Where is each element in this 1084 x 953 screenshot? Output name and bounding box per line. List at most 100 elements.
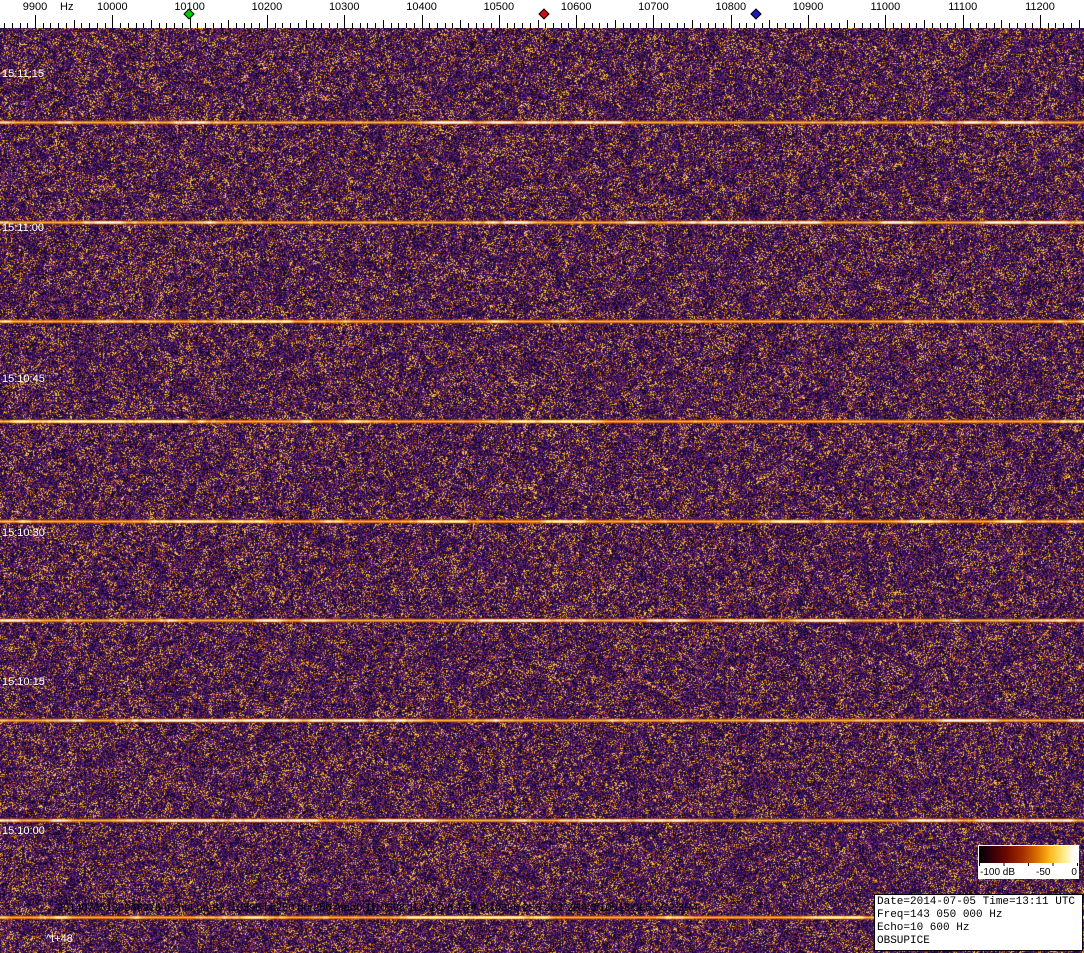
ruler-tick (893, 23, 894, 28)
frequency-ruler[interactable]: 9900 10000 10100 10200 10300 10400 10500 10600 1… (0, 0, 1084, 28)
ruler-tick (437, 23, 438, 28)
ruler-tick (623, 23, 624, 28)
ruler-tick (166, 23, 167, 28)
legend-max-label: 0 (1071, 866, 1077, 878)
ruler-tick (221, 23, 222, 28)
ruler-tick (769, 20, 770, 28)
ruler-tick (885, 15, 886, 28)
ruler-tick (182, 23, 183, 28)
ruler-tick (986, 23, 987, 28)
ruler-tick (1048, 23, 1049, 28)
ruler-tick (854, 23, 855, 28)
ruler-tick (112, 15, 113, 28)
ruler-tick (422, 15, 423, 28)
spectrogram-canvas[interactable] (0, 28, 1084, 953)
ruler-tick (329, 23, 330, 28)
ruler-tick (677, 23, 678, 28)
ruler-tick (692, 20, 693, 28)
ruler-tick (909, 23, 910, 28)
ruler-tick (159, 23, 160, 28)
ruler-tick (128, 23, 129, 28)
ruler-tick (244, 23, 245, 28)
ruler-frequency-label: 10800 (715, 1, 747, 13)
ruler-tick (352, 23, 353, 28)
ruler-tick (406, 23, 407, 28)
ruler-tick (306, 20, 307, 28)
blue-frequency-marker[interactable] (750, 8, 762, 20)
ruler-tick (476, 23, 477, 28)
ruler-tick (731, 15, 732, 28)
ruler-tick (646, 23, 647, 28)
ruler-tick (661, 23, 662, 28)
ruler-tick (1071, 23, 1072, 28)
time-axis-label: 15:11:15 (2, 68, 45, 80)
ruler-tick (522, 23, 523, 28)
ruler-tick (576, 15, 577, 28)
ruler-tick (1017, 23, 1018, 28)
info-station: OBSUPICE (877, 935, 930, 947)
db-scale-legend: -100 dB -50 0 (978, 845, 1079, 879)
ruler-frequency-label: 11000 (870, 1, 901, 13)
ruler-tick (1025, 23, 1026, 28)
ruler-tick (723, 23, 724, 28)
ruler-tick (468, 23, 469, 28)
ruler-tick (282, 23, 283, 28)
ruler-tick (862, 23, 863, 28)
ruler-tick (901, 23, 902, 28)
ruler-tick (824, 23, 825, 28)
colormap-gradient (979, 846, 1078, 863)
ruler-tick (205, 23, 206, 28)
ruler-tick (630, 23, 631, 28)
ruler-tick (940, 23, 941, 28)
ruler-frequency-label: 10600 (560, 1, 592, 13)
ruler-tick (313, 23, 314, 28)
ruler-tick (561, 23, 562, 28)
legend-min-label: -100 dB (980, 866, 1016, 878)
ruler-tick (708, 23, 709, 28)
ruler-tick (592, 23, 593, 28)
ruler-tick (970, 23, 971, 28)
ruler-tick (151, 20, 152, 28)
ruler-tick (398, 23, 399, 28)
observation-info-box: Date=2014-07-05 Time=13:11 UTC Freq=143 … (874, 894, 1083, 951)
time-axis-label: 15:10:15 (2, 676, 45, 688)
ruler-tick (1055, 23, 1056, 28)
ruler-frequency-label: 10300 (328, 1, 360, 13)
ruler-tick (568, 23, 569, 28)
ruler-tick (43, 23, 44, 28)
ruler-tick (12, 23, 13, 28)
ruler-tick (653, 15, 654, 28)
ruler-frequency-label: 10200 (251, 1, 283, 13)
time-axis-label: 15:10:00 (2, 825, 45, 837)
ruler-tick (669, 23, 670, 28)
ruler-tick (290, 23, 291, 28)
ruler-tick (916, 23, 917, 28)
ruler-tick (978, 23, 979, 28)
info-frequency: Freq=143 050 000 Hz (877, 909, 1003, 921)
ruler-tick (700, 23, 701, 28)
ruler-tick (499, 15, 500, 28)
ruler-tick (599, 23, 600, 28)
ruler-tick (777, 23, 778, 28)
ruler-tick (615, 20, 616, 28)
ruler-tick (35, 15, 36, 28)
info-date-time: Date=2014-07-05 Time=13:11 UTC (877, 896, 1076, 908)
ruler-tick (816, 23, 817, 28)
ruler-tick (955, 23, 956, 28)
ruler-tick (74, 20, 75, 28)
ruler-tick (800, 23, 801, 28)
ruler-unit-label: Hz (60, 1, 74, 13)
ruler-frequency-label: 9900 (22, 1, 48, 13)
ruler-tick (507, 23, 508, 28)
ruler-tick (414, 23, 415, 28)
ruler-tick (924, 20, 925, 28)
ruler-tick (491, 23, 492, 28)
time-axis-label: 15:11:00 (2, 222, 45, 234)
ruler-tick (344, 15, 345, 28)
ruler-tick (27, 23, 28, 28)
ruler-tick (739, 23, 740, 28)
ruler-frequency-label: 11100 (948, 1, 978, 13)
ruler-tick (785, 23, 786, 28)
red-frequency-marker[interactable] (538, 8, 550, 20)
ruler-tick (1079, 20, 1080, 28)
